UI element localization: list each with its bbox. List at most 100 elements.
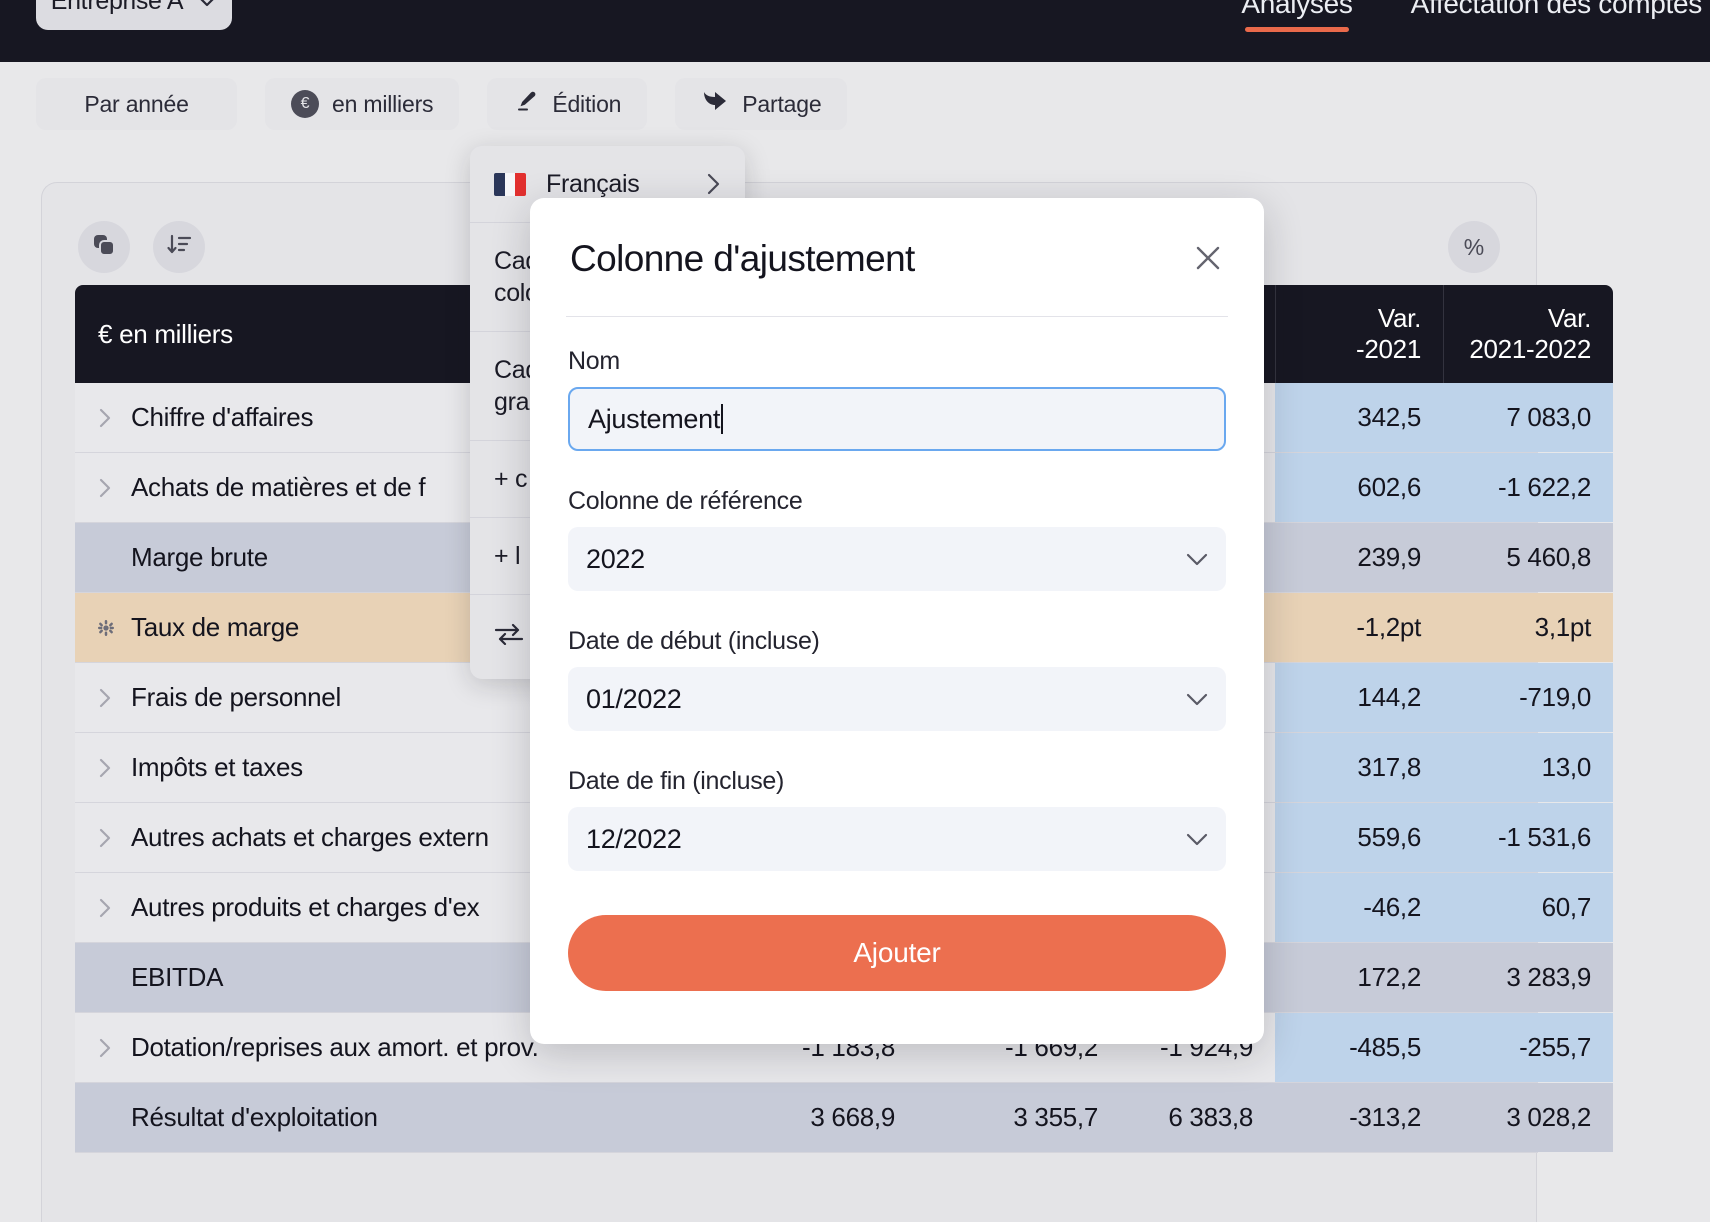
adjustment-column-modal: Colonne d'ajustement Nom Ajustement Colo…: [530, 198, 1264, 1044]
row-value-var-2021-2022: -719,0: [1443, 663, 1613, 732]
row-value-var-2021: -46,2: [1275, 873, 1443, 942]
duplicate-icon-button[interactable]: [78, 221, 130, 273]
row-value-var-2021-2022: 3,1pt: [1443, 593, 1613, 662]
percent-icon: %: [1463, 233, 1485, 260]
row-label: Frais de personnel: [131, 682, 341, 712]
euro-icon: €: [291, 90, 319, 118]
modal-title: Colonne d'ajustement: [570, 238, 915, 279]
sort-icon-button[interactable]: [153, 221, 205, 273]
edition-button-label: Édition: [552, 90, 622, 117]
row-value-var-2021-2022: -255,7: [1443, 1013, 1613, 1082]
row-value-var-2021-2022: 3 028,2: [1443, 1083, 1613, 1152]
row-value-var-2021-2022: 5 460,8: [1443, 523, 1613, 592]
unit-button-label: en milliers: [332, 90, 434, 117]
gear-icon[interactable]: [98, 619, 114, 637]
company-selector[interactable]: Entreprise A: [36, 0, 232, 30]
row-value-var-2021: 559,6: [1275, 803, 1443, 872]
add-button-label: Ajouter: [853, 937, 941, 968]
expand-caret-icon[interactable]: [98, 1037, 114, 1059]
row-value-var-2021: -313,2: [1275, 1083, 1443, 1152]
row-label: Autres achats et charges extern: [131, 822, 489, 852]
chevron-down-icon: [197, 0, 217, 7]
period-button[interactable]: Par année: [36, 78, 237, 130]
col-header-var-2021-2022[interactable]: Var. 2021-2022: [1443, 285, 1613, 383]
french-flag-icon: [494, 172, 526, 196]
row-label: Chiffre d'affaires: [131, 402, 314, 432]
share-button[interactable]: Partage: [675, 78, 848, 130]
chevron-down-icon: [1186, 553, 1208, 566]
start-date-field-label: Date de début (incluse): [568, 627, 820, 655]
expand-caret-icon[interactable]: [98, 687, 114, 709]
card-tools: [78, 221, 205, 273]
close-button[interactable]: [1188, 240, 1228, 280]
row-label-cell: Résultat d'exploitation: [75, 1083, 715, 1152]
end-date-field-label: Date de fin (incluse): [568, 767, 785, 795]
end-date-select[interactable]: 12/2022: [568, 807, 1226, 871]
row-value-var-2021-2022: 60,7: [1443, 873, 1613, 942]
chevron-down-icon: [1186, 833, 1208, 846]
row-value-var-2021-2022: 7 083,0: [1443, 383, 1613, 452]
name-input-value: Ajustement: [588, 403, 721, 434]
row-label: Autres produits et charges d'ex: [131, 892, 480, 922]
modal-body: Nom Ajustement Colonne de référence 2022…: [530, 317, 1264, 871]
main-nav: Analyses Affectation des comptes: [1241, 0, 1710, 38]
row-value-var-2021: -485,5: [1275, 1013, 1443, 1082]
company-selector-label: Entreprise A: [50, 0, 184, 15]
add-button[interactable]: Ajouter: [568, 915, 1226, 991]
row-value-var-2021: 602,6: [1275, 453, 1443, 522]
reference-column-select[interactable]: 2022: [568, 527, 1226, 591]
row-value-year2: 3 355,7: [1013, 1102, 1098, 1132]
start-date-select[interactable]: 01/2022: [568, 667, 1226, 731]
row-label: Impôts et taxes: [131, 752, 303, 782]
chevron-right-icon: [707, 173, 721, 195]
row-value-year1: 3 668,9: [810, 1102, 895, 1132]
close-icon: [1193, 243, 1223, 278]
row-value-year3: 6 383,8: [1168, 1102, 1253, 1132]
col-header-var-2021-line1: Var.: [1377, 303, 1421, 334]
row-label: Taux de marge: [131, 612, 300, 642]
menu-item-add-column-label: + c: [494, 465, 528, 493]
copy-icon: [91, 232, 117, 263]
nav-tab-affectation[interactable]: Affectation des comptes: [1410, 0, 1703, 38]
unit-button[interactable]: € en milliers: [265, 78, 460, 130]
expand-caret-icon[interactable]: [98, 897, 114, 919]
row-value-var-2021: 172,2: [1275, 943, 1443, 1012]
row-label: Résultat d'exploitation: [131, 1102, 378, 1132]
top-navigation-bar: Entreprise A Analyses Affectation des co…: [0, 0, 1710, 62]
text-cursor: [721, 404, 724, 434]
period-button-label: Par année: [84, 90, 189, 117]
name-input[interactable]: Ajustement: [568, 387, 1226, 451]
col-header-var-2021-2022-line1: Var.: [1547, 303, 1591, 334]
expand-caret-icon[interactable]: [98, 477, 114, 499]
col-header-var-2021-2022-line2: 2021-2022: [1469, 334, 1591, 364]
row-value-var-2021: 144,2: [1275, 663, 1443, 732]
row-value-var-2021: -1,2pt: [1275, 593, 1443, 662]
reference-field-label: Colonne de référence: [568, 487, 803, 515]
name-field-label: Nom: [568, 347, 620, 375]
chevron-down-icon: [1186, 693, 1208, 706]
share-button-label: Partage: [742, 90, 822, 117]
row-label: Dotation/reprises aux amort. et prov.: [131, 1032, 539, 1062]
percent-toggle-button[interactable]: %: [1448, 221, 1500, 273]
expand-caret-icon[interactable]: [98, 757, 114, 779]
reference-column-value: 2022: [586, 543, 645, 574]
end-date-value: 12/2022: [586, 823, 682, 854]
nav-tab-analyses[interactable]: Analyses: [1241, 0, 1353, 38]
start-date-value: 01/2022: [586, 683, 682, 714]
row-value-var-2021-2022: -1 531,6: [1443, 803, 1613, 872]
table-row[interactable]: Résultat d'exploitation 3 668,9 3 355,7 6 3…: [75, 1083, 1613, 1153]
row-label: EBITDA: [131, 962, 224, 992]
col-header-var-2021[interactable]: Var. -2021: [1275, 285, 1443, 383]
row-value-var-2021: 342,5: [1275, 383, 1443, 452]
col-header-var-2021-line2: -2021: [1356, 334, 1421, 364]
menu-item-language-label: Français: [546, 170, 640, 198]
expand-caret-icon[interactable]: [98, 407, 114, 429]
nav-tab-analyses-label: Analyses: [1241, 0, 1353, 19]
row-value-var-2021: 239,9: [1275, 523, 1443, 592]
edition-button[interactable]: Édition: [487, 78, 648, 130]
row-value-var-2021: 317,8: [1275, 733, 1443, 802]
row-value-var-2021-2022: 13,0: [1443, 733, 1613, 802]
row-label: Achats de matières et de f: [131, 472, 426, 502]
nav-tab-affectation-label: Affectation des comptes: [1410, 0, 1703, 19]
expand-caret-icon[interactable]: [98, 827, 114, 849]
